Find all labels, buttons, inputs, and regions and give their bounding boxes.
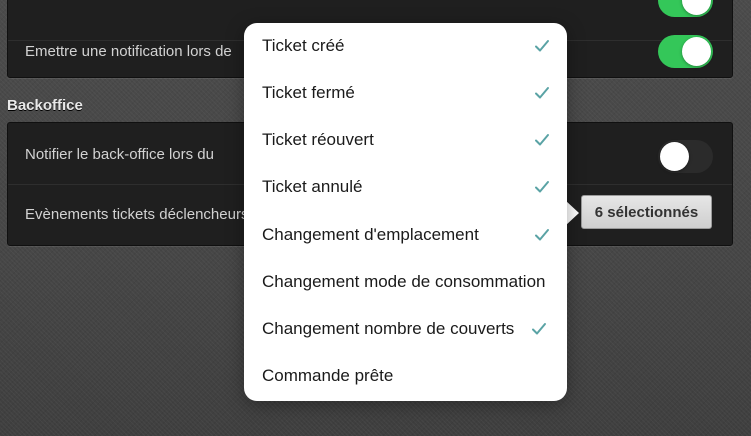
toggle-knob (682, 0, 711, 15)
partial-toggle[interactable] (658, 0, 713, 17)
option-label: Ticket réouvert (262, 130, 374, 149)
checkmark-icon (535, 229, 549, 241)
option-changement-nombre-couverts[interactable]: Changement nombre de couverts (244, 306, 567, 353)
toggle-knob (660, 142, 689, 171)
option-ticket-ferme[interactable]: Ticket fermé (244, 70, 567, 117)
section-title-backoffice: Backoffice (7, 97, 83, 114)
option-label: Ticket annulé (262, 177, 363, 196)
option-changement-emplacement[interactable]: Changement d'emplacement (244, 212, 567, 259)
notify-backoffice-toggle[interactable] (658, 140, 713, 173)
checkmark-icon (532, 323, 546, 335)
option-ticket-annule[interactable]: Ticket annulé (244, 164, 567, 211)
notify-backoffice-label: Notifier le back-office lors du (25, 146, 214, 163)
checkmark-icon (535, 40, 549, 52)
checkmark-icon (535, 181, 549, 193)
option-label: Ticket fermé (262, 83, 355, 102)
option-label: Changement mode de consommation (262, 272, 546, 291)
option-label: Commande prête (262, 366, 394, 385)
notification-row-label: Emettre une notification lors de (25, 43, 232, 60)
ticket-events-label: Evènements tickets déclencheurs (25, 206, 249, 223)
selected-count-button[interactable]: 6 sélectionnés (581, 195, 712, 229)
popover-arrow (565, 200, 579, 226)
toggle-knob (682, 37, 711, 66)
option-label: Changement d'emplacement (262, 225, 479, 244)
ticket-events-popover: Ticket créé Ticket fermé Ticket réouvert… (244, 23, 567, 401)
checkmark-icon (535, 87, 549, 99)
option-label: Ticket créé (262, 36, 345, 55)
notification-toggle[interactable] (658, 35, 713, 68)
option-ticket-cree[interactable]: Ticket créé (244, 23, 567, 70)
option-changement-mode-consommation[interactable]: Changement mode de consommation (244, 259, 567, 306)
option-label: Changement nombre de couverts (262, 319, 515, 338)
option-ticket-reouvert[interactable]: Ticket réouvert (244, 117, 567, 164)
option-commande-prete[interactable]: Commande prête (244, 353, 567, 400)
checkmark-icon (535, 134, 549, 146)
